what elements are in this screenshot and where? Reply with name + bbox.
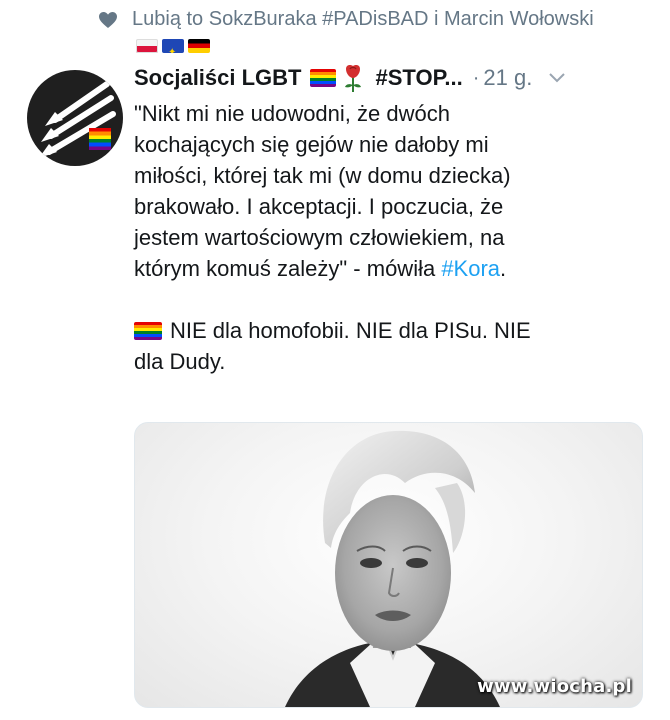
tweet-text: "Nikt mi nie udowodni, że dwóch kochając… (134, 98, 644, 377)
tweet-line: brakowało. I akceptacji. I poczucia, że (134, 194, 504, 219)
eu-flag-icon (162, 39, 184, 53)
separator-dot: · (472, 66, 480, 89)
tweet-line: którym komuś zależy" - mówiła #Kora. (134, 253, 644, 284)
poland-flag-icon (136, 39, 158, 53)
rainbow-flag-badge (89, 128, 111, 150)
social-context-text[interactable]: Lubią to SokzBuraka #PADisBAD i Marcin W… (100, 6, 600, 60)
timestamp[interactable]: 21 g. (483, 65, 532, 91)
rose-icon (344, 65, 361, 92)
rainbow-flag-icon (309, 69, 336, 87)
tweet-line: kochających się gejów nie dałoby mi (134, 132, 489, 157)
tweet-line-text: którym komuś zależy" - mówiła (134, 256, 442, 281)
tweet-photo[interactable]: www.wiocha.pl (134, 422, 643, 708)
rainbow-flag-icon (134, 322, 162, 340)
germany-flag-icon (188, 39, 210, 53)
social-context: Lubią to SokzBuraka #PADisBAD i Marcin W… (99, 6, 600, 60)
author-name[interactable]: Socjaliści LGBT (134, 65, 302, 91)
author-handle[interactable]: #STOP... (376, 65, 463, 91)
portrait-photo (285, 430, 500, 707)
tweet-line: NIE dla homofobii. NIE dla PISu. NIE (134, 315, 644, 346)
tweet-line: miłości, której tak mi (w domu dziecka) (134, 163, 511, 188)
tweet-line-end: . (500, 256, 507, 281)
heart-icon (99, 12, 117, 28)
tweet-line-text: NIE dla homofobii. NIE dla PISu. NIE (170, 318, 531, 343)
chevron-down-icon[interactable] (548, 72, 566, 84)
three-arrows-icon (39, 81, 116, 158)
tweet-line: jestem wartościowym człowiekiem, na (134, 225, 505, 250)
liked-by-text: Lubią to SokzBuraka #PADisBAD i Marcin W… (132, 8, 594, 30)
watermark: www.wiocha.pl (477, 676, 632, 697)
tweet-header: Socjaliści LGBT #STOP... · 21 g. (134, 60, 654, 96)
hashtag-link[interactable]: #Kora (441, 256, 500, 281)
avatar[interactable] (27, 70, 123, 166)
tweet-line: dla Dudy. (134, 349, 226, 374)
tweet-line: "Nikt mi nie udowodni, że dwóch (134, 101, 450, 126)
